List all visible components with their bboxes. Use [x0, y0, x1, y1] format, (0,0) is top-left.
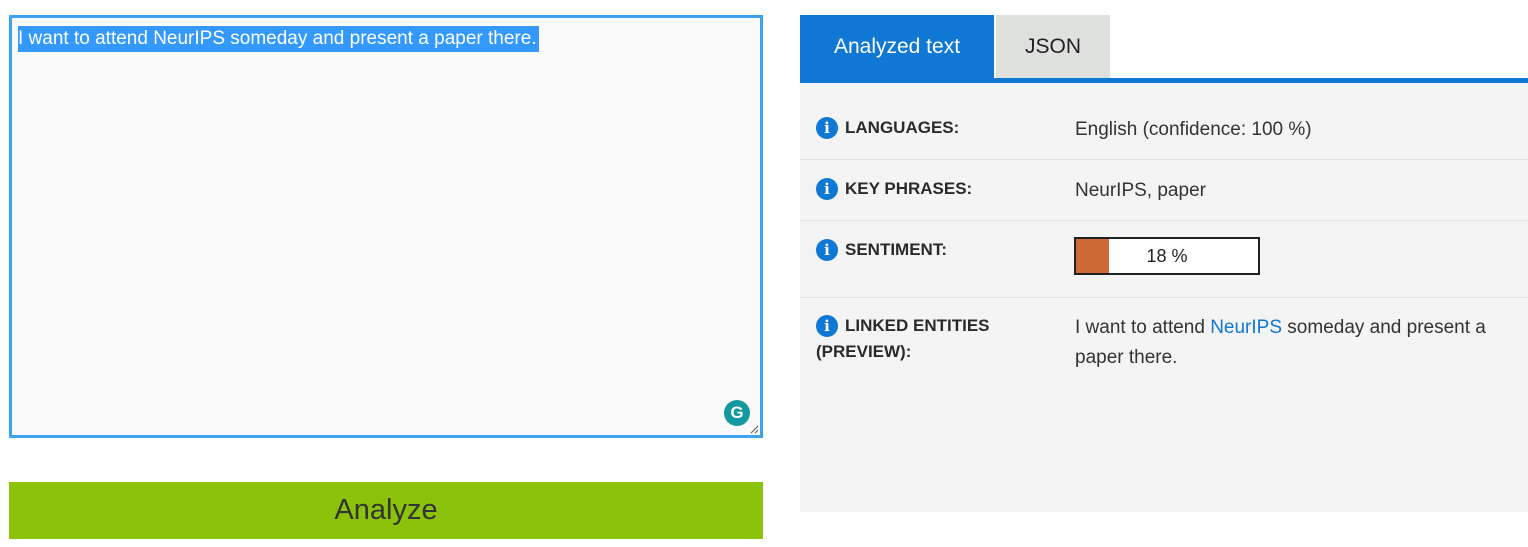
result-row-key-phrases: i KEY PHRASES: NeurIPS, paper	[800, 160, 1528, 221]
tab-analyzed-text[interactable]: Analyzed text	[800, 15, 994, 78]
linked-entities-value: I want to attend NeurIPS someday and pre…	[1075, 313, 1515, 373]
resize-handle-icon[interactable]	[749, 424, 759, 434]
sentiment-meter: 18 %	[1074, 237, 1260, 275]
analyze-button[interactable]: Analyze	[9, 482, 763, 539]
linked-text-before: I want to attend	[1075, 317, 1211, 338]
text-input-area[interactable]: I want to attend NeurIPS someday and pre…	[9, 15, 763, 438]
sentiment-value: 18 %	[1146, 245, 1188, 266]
info-icon[interactable]: i	[816, 239, 838, 261]
languages-label: LANGUAGES:	[845, 118, 960, 137]
text-analytics-demo: I want to attend NeurIPS someday and pre…	[0, 0, 1528, 547]
result-row-sentiment: i SENTIMENT: 18 %	[800, 221, 1528, 298]
linked-entities-label: LINKED ENTITIES	[845, 316, 990, 335]
grammarly-icon[interactable]: G	[724, 400, 750, 426]
tab-json[interactable]: JSON	[996, 15, 1110, 78]
input-text-selected[interactable]: I want to attend NeurIPS someday and pre…	[18, 26, 539, 52]
languages-value: English (confidence: 100 %)	[1075, 119, 1312, 140]
linked-entities-label-preview: (PREVIEW):	[816, 342, 912, 361]
key-phrases-value: NeurIPS, paper	[1075, 180, 1206, 201]
result-row-linked-entities: i LINKED ENTITIES (PREVIEW): I want to a…	[800, 298, 1528, 512]
info-icon[interactable]: i	[816, 117, 838, 139]
result-tabs: Analyzed text JSON	[800, 15, 1528, 78]
info-icon[interactable]: i	[816, 315, 838, 337]
results-panel: i LANGUAGES: English (confidence: 100 %)…	[800, 83, 1528, 512]
entity-link-neurips[interactable]: NeurIPS	[1210, 317, 1282, 338]
result-row-languages: i LANGUAGES: English (confidence: 100 %)	[800, 83, 1528, 160]
sentiment-label: SENTIMENT:	[845, 240, 947, 259]
key-phrases-label: KEY PHRASES:	[845, 179, 973, 198]
info-icon[interactable]: i	[816, 178, 838, 200]
